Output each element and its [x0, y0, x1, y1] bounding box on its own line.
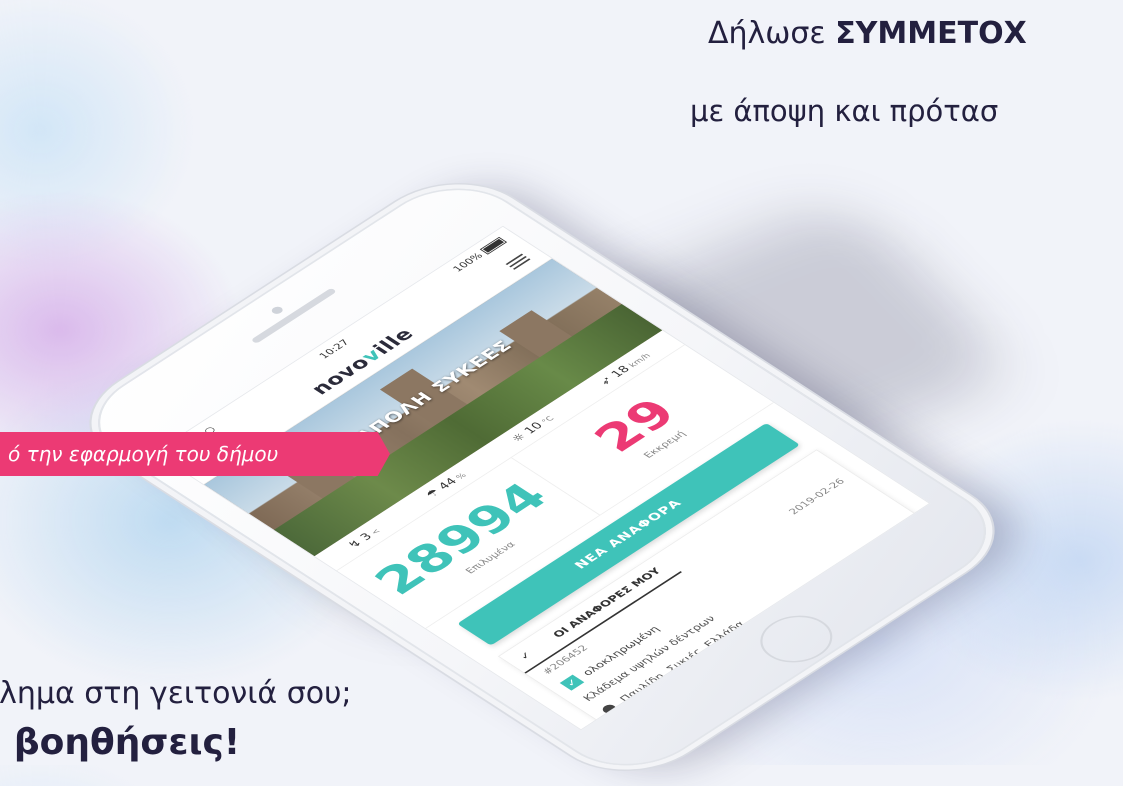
speaker-grille — [250, 287, 337, 344]
pending-count: 29 — [581, 390, 689, 460]
hamburger-menu-icon[interactable] — [503, 252, 532, 271]
phone-mockup-area: ●●●○○ 10:27 100% novoville ΝΕΑΠΟΛΗ ΣΥΚΕΕ… — [0, 0, 1123, 786]
home-button[interactable] — [745, 606, 848, 673]
weather-unit: % — [454, 471, 469, 482]
completed-check-icon: ✓ — [559, 674, 585, 691]
checkmark-icon: ✓ — [516, 649, 535, 662]
weather-unit: °C — [540, 414, 557, 426]
camera-icon — [269, 305, 285, 316]
app-tagline-banner: ό την εφαρμογή του δήμου — [0, 432, 390, 476]
location-pin-icon — [602, 704, 617, 714]
weather-unit: km/h — [627, 352, 653, 369]
